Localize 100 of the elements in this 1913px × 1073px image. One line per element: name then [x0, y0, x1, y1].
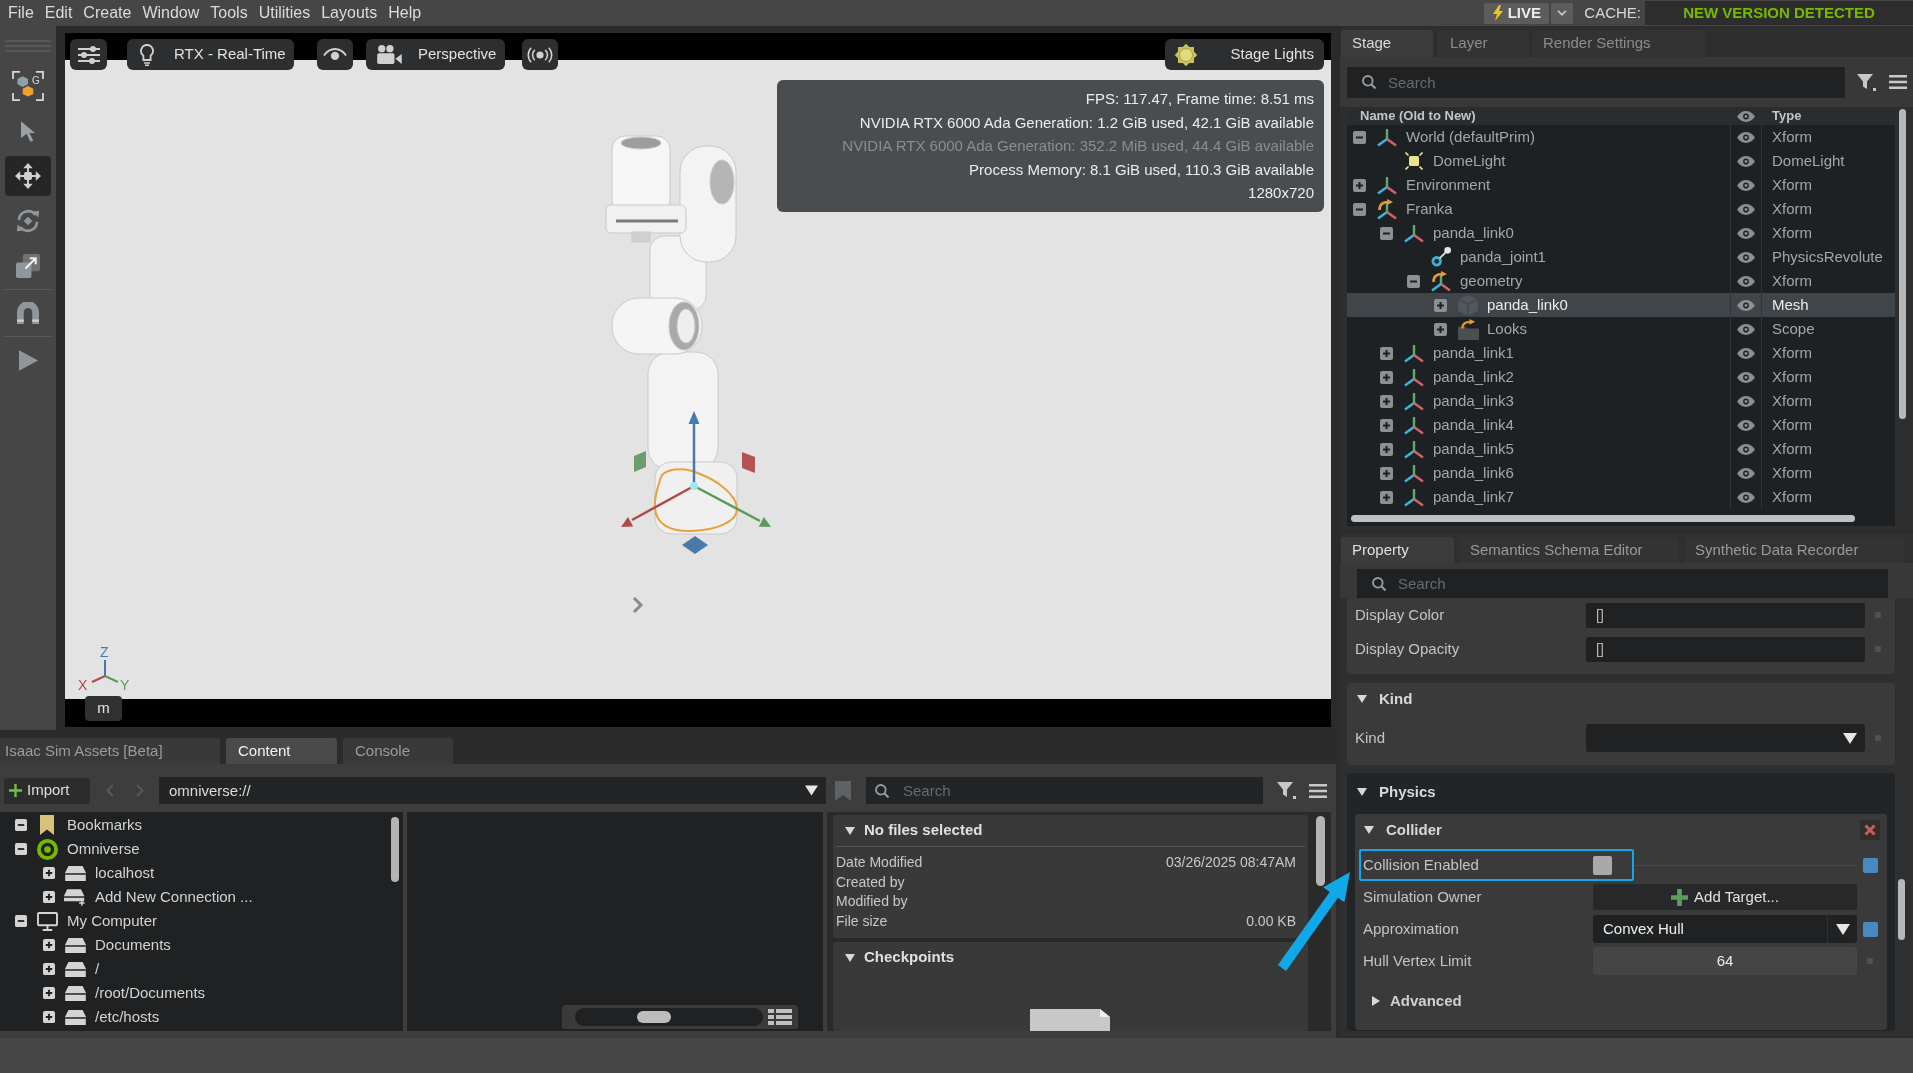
- eye-icon[interactable]: [1737, 323, 1755, 335]
- value-field[interactable]: []: [1586, 602, 1865, 628]
- menu-icon[interactable]: [1309, 783, 1327, 798]
- tree-item[interactable]: localhost: [95, 861, 155, 885]
- minus-box-icon[interactable]: [1353, 130, 1366, 144]
- plus-box-icon[interactable]: [1380, 418, 1393, 432]
- visibility-button[interactable]: [317, 39, 353, 70]
- eye-icon[interactable]: [1737, 467, 1755, 479]
- eye-icon[interactable]: [1737, 491, 1755, 503]
- scrollbar[interactable]: [1351, 515, 1855, 522]
- tab[interactable]: Render Settings: [1533, 30, 1705, 57]
- menu-icon[interactable]: [1889, 75, 1907, 89]
- size-slider[interactable]: [575, 1008, 763, 1026]
- chevron-right-icon[interactable]: [632, 597, 644, 613]
- live-button[interactable]: LIVE: [1484, 2, 1550, 24]
- section-title[interactable]: No files selected: [864, 819, 983, 842]
- search-field[interactable]: Search: [866, 777, 1263, 804]
- tree-item[interactable]: Add New Connection ...: [95, 885, 253, 909]
- section-title[interactable]: Kind: [1379, 687, 1413, 711]
- menu-item[interactable]: Window: [142, 3, 200, 23]
- plus-box-icon[interactable]: [1380, 394, 1393, 408]
- number-field[interactable]: 64: [1593, 947, 1857, 975]
- scrollbar[interactable]: [1898, 879, 1905, 940]
- plus-box-icon[interactable]: [1380, 346, 1393, 360]
- minus-box-icon[interactable]: [15, 843, 27, 855]
- caret-down-icon[interactable]: [1835, 923, 1850, 935]
- tab[interactable]: Semantics Schema Editor: [1460, 537, 1679, 563]
- square-marker-icon[interactable]: [1862, 921, 1878, 937]
- eye-icon[interactable]: [1737, 371, 1755, 383]
- section-title[interactable]: Checkpoints: [864, 946, 954, 969]
- menu-item[interactable]: Create: [83, 3, 132, 23]
- filter-icon[interactable]: [1857, 73, 1876, 91]
- tab[interactable]: Property: [1341, 537, 1454, 563]
- menu-item[interactable]: Tools: [210, 3, 248, 23]
- scrollbar[interactable]: [1899, 109, 1906, 419]
- menu-item[interactable]: Utilities: [258, 3, 311, 23]
- minus-box-icon[interactable]: [15, 915, 27, 927]
- scrollbar[interactable]: [391, 817, 399, 882]
- minus-box-icon[interactable]: [1353, 202, 1366, 216]
- caret-right-icon[interactable]: [1372, 996, 1380, 1006]
- plus-box-icon[interactable]: [43, 1011, 55, 1023]
- tool-button[interactable]: G: [5, 66, 51, 106]
- plus-box-icon[interactable]: [1380, 370, 1393, 384]
- tree-row[interactable]: panda_link3 Xform: [1347, 389, 1895, 413]
- scrollbar[interactable]: [1316, 816, 1325, 886]
- tree-item[interactable]: Documents: [95, 933, 171, 957]
- tree-item[interactable]: /: [95, 957, 100, 981]
- plus-box-icon[interactable]: [1353, 178, 1366, 192]
- live-menu-button[interactable]: [1551, 2, 1574, 24]
- tree-row[interactable]: panda_link0 Mesh: [1347, 293, 1895, 317]
- eye-icon[interactable]: [1737, 251, 1755, 263]
- plus-box-icon[interactable]: [1380, 442, 1393, 456]
- tab[interactable]: Layer: [1437, 30, 1529, 57]
- tree-row[interactable]: panda_link7 Xform: [1347, 485, 1895, 509]
- menu-item[interactable]: Edit: [44, 3, 73, 23]
- plus-box-icon[interactable]: [43, 987, 55, 999]
- tab[interactable]: Isaac Sim Assets [Beta]: [0, 738, 220, 764]
- tree-row[interactable]: DomeLight DomeLight: [1347, 149, 1895, 173]
- filter-icon[interactable]: [1277, 782, 1296, 799]
- import-button[interactable]: Import: [4, 777, 90, 804]
- tree-row[interactable]: panda_link2 Xform: [1347, 365, 1895, 389]
- caret-down-icon[interactable]: [1357, 788, 1367, 796]
- eye-icon[interactable]: [1737, 419, 1755, 431]
- plus-box-icon[interactable]: [43, 939, 55, 951]
- menu-item[interactable]: File: [8, 3, 34, 23]
- eye-icon[interactable]: [1737, 227, 1755, 239]
- plus-box-icon[interactable]: [1434, 298, 1447, 312]
- tree-item[interactable]: /etc/hosts: [95, 1005, 160, 1029]
- eye-icon[interactable]: [1737, 443, 1755, 455]
- tree-row[interactable]: panda_link4 Xform: [1347, 413, 1895, 437]
- caret-down-icon[interactable]: [845, 826, 855, 835]
- plus-box-icon[interactable]: [43, 867, 55, 879]
- tree-item[interactable]: Omniverse: [67, 837, 140, 861]
- tree-row[interactable]: Looks Scope: [1347, 317, 1895, 341]
- eye-icon[interactable]: [1737, 131, 1755, 143]
- tree-item[interactable]: /root/Documents: [95, 981, 206, 1005]
- remove-button[interactable]: [1860, 820, 1880, 840]
- move-gizmo[interactable]: [620, 410, 772, 555]
- path-field[interactable]: omniverse://: [159, 777, 826, 804]
- caret-down-icon[interactable]: [805, 785, 818, 796]
- slider-thumb[interactable]: [637, 1011, 671, 1023]
- tree-item[interactable]: My Computer: [67, 909, 158, 933]
- tree-row[interactable]: panda_link5 Xform: [1347, 437, 1895, 461]
- section-title[interactable]: Physics: [1379, 780, 1436, 804]
- tree-row[interactable]: panda_link0 Xform: [1347, 221, 1895, 245]
- plus-box-icon[interactable]: [1380, 466, 1393, 480]
- plus-box-icon[interactable]: [1434, 322, 1447, 336]
- broadcast-button[interactable]: [522, 39, 558, 70]
- tab[interactable]: Synthetic Data Recorder: [1685, 537, 1904, 563]
- tab[interactable]: Stage: [1341, 30, 1433, 57]
- plus-box-icon[interactable]: [43, 963, 55, 975]
- eye-icon[interactable]: [1737, 155, 1755, 167]
- caret-down-icon[interactable]: [1843, 732, 1857, 744]
- menu-item[interactable]: Layouts: [321, 3, 378, 23]
- tree-row[interactable]: panda_link6 Xform: [1347, 461, 1895, 485]
- tree-row[interactable]: World (defaultPrim) Xform: [1347, 125, 1895, 149]
- settings-button[interactable]: [70, 39, 107, 70]
- plus-box-icon[interactable]: [1380, 490, 1393, 504]
- search-field[interactable]: Search: [1347, 66, 1845, 98]
- dropdown[interactable]: Convex Hull: [1593, 915, 1857, 943]
